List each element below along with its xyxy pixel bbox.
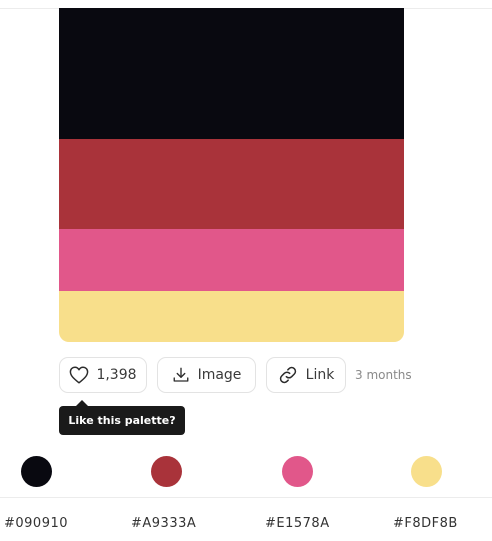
image-button-label: Image [197, 367, 242, 383]
copy-link-button[interactable]: Link [266, 357, 346, 393]
image-download-button[interactable]: Image [157, 357, 256, 393]
link-button-label: Link [305, 367, 335, 383]
palette-swatch-3[interactable] [59, 229, 404, 291]
download-icon [172, 366, 190, 384]
color-hex-2[interactable]: #A9333A [131, 516, 196, 531]
like-tooltip: Like this palette? [59, 406, 185, 435]
like-button[interactable]: 1,398 [59, 357, 147, 393]
palette-page: 1,398 Image Link 3 months Like this pale… [0, 0, 492, 541]
color-dot-1[interactable] [21, 456, 52, 487]
like-count: 1,398 [96, 367, 137, 383]
color-hex-4[interactable]: #F8DF8B [393, 516, 458, 531]
tooltip-text: Like this palette? [68, 414, 176, 427]
palette-preview[interactable] [59, 8, 404, 342]
palette-swatch-1[interactable] [59, 8, 404, 139]
bottom-divider [0, 497, 492, 498]
palette-swatch-2[interactable] [59, 139, 404, 229]
link-icon [278, 365, 298, 385]
color-dot-3[interactable] [282, 456, 313, 487]
heart-icon [69, 366, 89, 384]
palette-age: 3 months [355, 368, 412, 382]
palette-swatch-4[interactable] [59, 291, 404, 342]
color-hex-1[interactable]: #090910 [4, 516, 68, 531]
color-hex-3[interactable]: #E1578A [265, 516, 330, 531]
color-dot-4[interactable] [411, 456, 442, 487]
color-dot-2[interactable] [151, 456, 182, 487]
